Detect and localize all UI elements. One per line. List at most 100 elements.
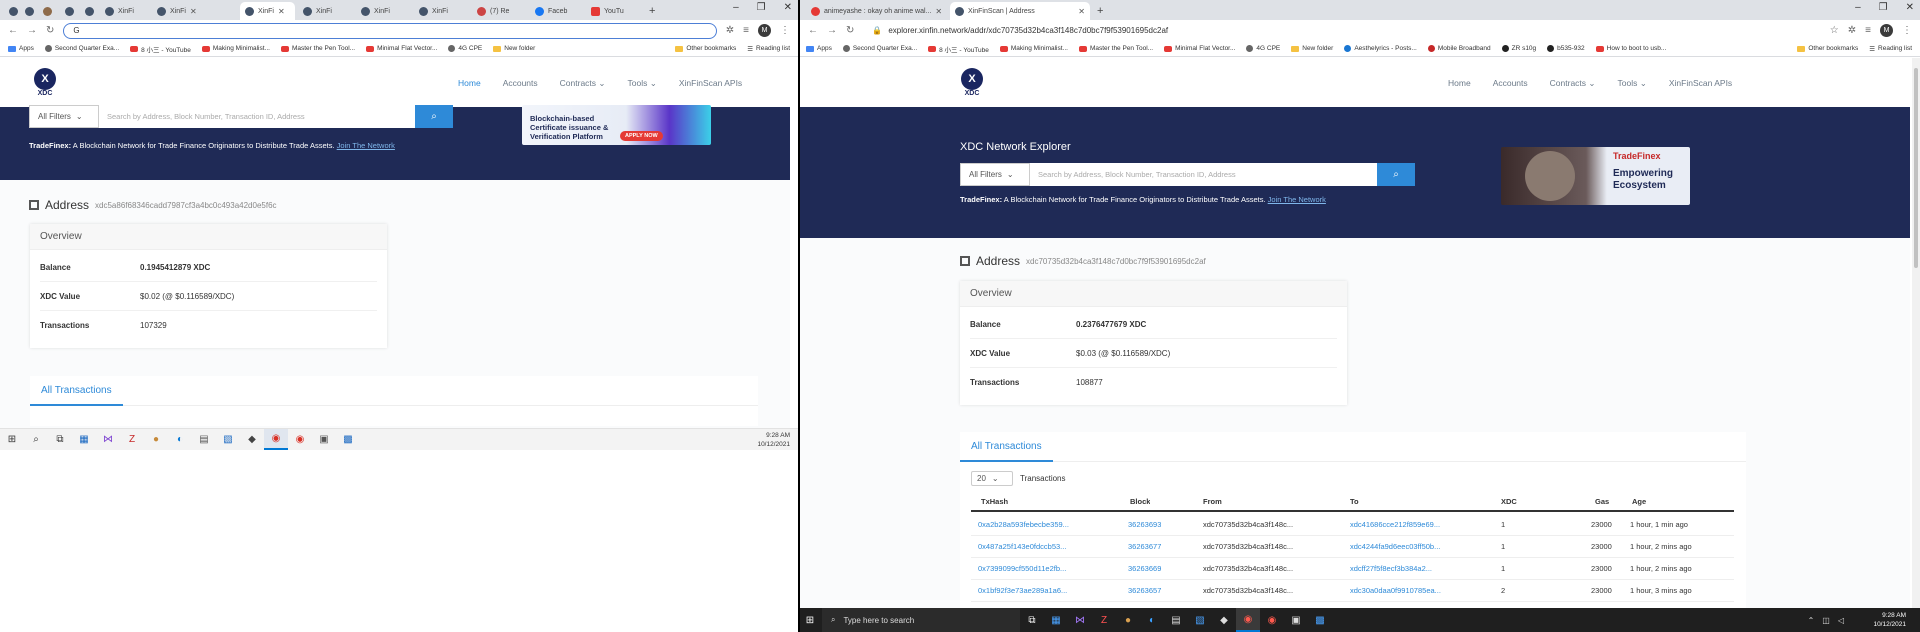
to-address-link[interactable]: xdc41686cce212f859e69... bbox=[1350, 514, 1460, 535]
tx-hash-link[interactable]: 0x1bf92f3e73ae289a1a6... bbox=[978, 580, 1088, 601]
profile-avatar[interactable]: M bbox=[1880, 24, 1893, 37]
task-view-icon[interactable]: ⧉ bbox=[48, 429, 72, 450]
reload-icon[interactable]: ↻ bbox=[46, 25, 54, 36]
block-link[interactable]: 36263677 bbox=[1128, 536, 1161, 557]
to-address-link[interactable]: xdc4244fa9d6eec03ff50b... bbox=[1350, 536, 1460, 557]
chevron-up-icon[interactable]: ⌃ bbox=[1808, 616, 1815, 625]
reading-list-icon[interactable]: ≡ bbox=[743, 25, 749, 36]
back-icon[interactable]: ← bbox=[808, 25, 818, 36]
scrollbar-thumb[interactable] bbox=[1914, 68, 1918, 268]
app-icon[interactable]: ▣ bbox=[312, 429, 336, 450]
network-icon[interactable]: ◫ bbox=[1822, 616, 1830, 625]
reading-list[interactable]: ☰ Reading list bbox=[1869, 45, 1912, 53]
new-tab-button[interactable]: + bbox=[644, 2, 658, 20]
tab-0[interactable] bbox=[4, 2, 18, 20]
tx-hash-link[interactable]: 0x487a25f143e0fdccb53... bbox=[978, 536, 1088, 557]
filezilla-icon[interactable]: Z bbox=[1092, 608, 1116, 632]
tab-13[interactable]: YouTu bbox=[586, 2, 638, 20]
app-icon[interactable]: ▩ bbox=[336, 429, 360, 450]
tab-1[interactable] bbox=[20, 2, 34, 20]
tab-6[interactable]: XinFi ✕ bbox=[152, 2, 202, 20]
nav-contracts[interactable]: Contracts ⌄ bbox=[1550, 78, 1596, 89]
right-scrollbar[interactable] bbox=[1912, 58, 1920, 608]
volume-icon[interactable]: ◁ bbox=[1838, 616, 1844, 625]
nav-accounts[interactable]: Accounts bbox=[1493, 78, 1528, 89]
chrome-icon[interactable]: ◉ bbox=[288, 429, 312, 450]
search-input[interactable]: Search by Address, Block Number, Transac… bbox=[1030, 163, 1377, 186]
forward-icon[interactable]: → bbox=[27, 25, 37, 36]
tab-9[interactable]: XinFi bbox=[356, 2, 404, 20]
app-icon[interactable]: ◆ bbox=[1212, 608, 1236, 632]
tab-close-icon[interactable]: ✕ bbox=[1078, 7, 1085, 16]
bookmark-item[interactable]: 8 小三 - YouTube bbox=[928, 44, 989, 54]
search-icon[interactable]: ⌕ bbox=[24, 429, 48, 450]
bookmark-item[interactable]: 4G CPE bbox=[448, 45, 482, 52]
apply-now-button[interactable]: APPLY NOW bbox=[620, 131, 663, 141]
task-view-icon[interactable]: ⧉ bbox=[1020, 608, 1044, 632]
chrome-icon[interactable]: ◉ bbox=[1260, 608, 1284, 632]
join-network-link[interactable]: Join The Network bbox=[1268, 195, 1326, 204]
bookmark-item[interactable]: 8 小三 - YouTube bbox=[130, 44, 191, 54]
forward-icon[interactable]: → bbox=[827, 25, 837, 36]
windows-start-icon[interactable]: ⊞ bbox=[798, 608, 822, 632]
tab-close-icon[interactable]: ✕ bbox=[190, 7, 197, 16]
qr-code-icon[interactable] bbox=[29, 200, 39, 210]
bookmark-apps[interactable]: Apps bbox=[8, 45, 34, 52]
bookmark-item[interactable]: Second Quarter Exa... bbox=[44, 45, 119, 52]
file-explorer-icon[interactable]: ▦ bbox=[72, 429, 96, 450]
tab-2[interactable] bbox=[38, 2, 56, 20]
notepad-icon[interactable]: ▤ bbox=[192, 429, 216, 450]
nav-home[interactable]: Home bbox=[1448, 78, 1471, 89]
app-icon[interactable]: ● bbox=[1116, 608, 1140, 632]
tab-active[interactable]: XinFi ✕ bbox=[240, 2, 295, 20]
clock[interactable]: 9:28 AM 10/12/2021 bbox=[757, 431, 790, 449]
search-button[interactable]: ⌕ bbox=[1377, 163, 1415, 186]
tab-5[interactable]: XinFi bbox=[100, 2, 150, 20]
bookmark-item[interactable]: Making Minimalist... bbox=[999, 45, 1068, 52]
edge-icon[interactable]: ◐ bbox=[168, 429, 192, 450]
menu-icon[interactable]: ⋮ bbox=[780, 25, 790, 36]
bookmark-item[interactable]: Making Minimalist... bbox=[201, 45, 270, 52]
notepad-icon[interactable]: ▤ bbox=[1164, 608, 1188, 632]
chrome-icon[interactable]: ◉ bbox=[264, 429, 288, 450]
visual-studio-icon[interactable]: ⋈ bbox=[96, 429, 120, 450]
block-link[interactable]: 36263669 bbox=[1128, 558, 1161, 579]
search-input[interactable]: Search by Address, Block Number, Transac… bbox=[99, 105, 415, 128]
profile-avatar[interactable]: M bbox=[758, 24, 771, 37]
reading-list[interactable]: ☰ Reading list bbox=[747, 45, 790, 53]
minimize-icon[interactable]: – bbox=[1855, 2, 1861, 13]
tab-11[interactable]: (7) Re bbox=[472, 2, 524, 20]
app-icon[interactable]: ◆ bbox=[240, 429, 264, 450]
bookmark-folder[interactable]: New folder bbox=[1291, 45, 1333, 52]
nav-home[interactable]: Home bbox=[458, 78, 481, 89]
bookmark-apps[interactable]: Apps bbox=[806, 45, 832, 52]
nav-tools[interactable]: Tools ⌄ bbox=[1618, 78, 1647, 89]
word-icon[interactable]: ▧ bbox=[1188, 608, 1212, 632]
tx-hash-link[interactable]: 0x7399099cf550d11e2fb... bbox=[978, 558, 1088, 579]
bookmark-item[interactable]: b535-932 bbox=[1547, 45, 1585, 52]
bookmark-star-icon[interactable]: ☆ bbox=[1830, 25, 1839, 36]
filter-select[interactable]: All Filters ⌄ bbox=[960, 163, 1030, 186]
tab-8[interactable]: XinFi bbox=[298, 2, 346, 20]
tab-3[interactable] bbox=[60, 2, 78, 20]
windows-start-icon[interactable]: ⊞ bbox=[0, 429, 24, 450]
reload-icon[interactable]: ↻ bbox=[846, 25, 854, 36]
chrome-icon[interactable]: ◉ bbox=[1236, 608, 1260, 632]
menu-icon[interactable]: ⋮ bbox=[1902, 25, 1912, 36]
other-bookmarks[interactable]: Other bookmarks bbox=[1797, 45, 1858, 52]
filezilla-icon[interactable]: Z bbox=[120, 429, 144, 450]
ad-banner[interactable]: Blockchain-based Certificate issuance & … bbox=[522, 105, 711, 145]
tab-all-transactions[interactable]: All Transactions bbox=[960, 432, 1053, 462]
minimize-icon[interactable]: – bbox=[733, 2, 739, 13]
address-bar[interactable]: G bbox=[63, 22, 717, 39]
bookmark-item[interactable]: Master the Pen Tool... bbox=[1078, 45, 1153, 52]
xdc-logo[interactable]: X XDC bbox=[961, 68, 983, 97]
block-link[interactable]: 36263693 bbox=[1128, 514, 1161, 535]
other-bookmarks[interactable]: Other bookmarks bbox=[675, 45, 736, 52]
nav-tools[interactable]: Tools ⌄ bbox=[628, 78, 657, 89]
reading-list-icon[interactable]: ≡ bbox=[1865, 25, 1871, 36]
visual-studio-icon[interactable]: ⋈ bbox=[1068, 608, 1092, 632]
block-link[interactable]: 36263657 bbox=[1128, 580, 1161, 601]
nav-apis[interactable]: XinFinScan APIs bbox=[679, 78, 742, 89]
extensions-icon[interactable]: ✲ bbox=[1848, 25, 1856, 36]
